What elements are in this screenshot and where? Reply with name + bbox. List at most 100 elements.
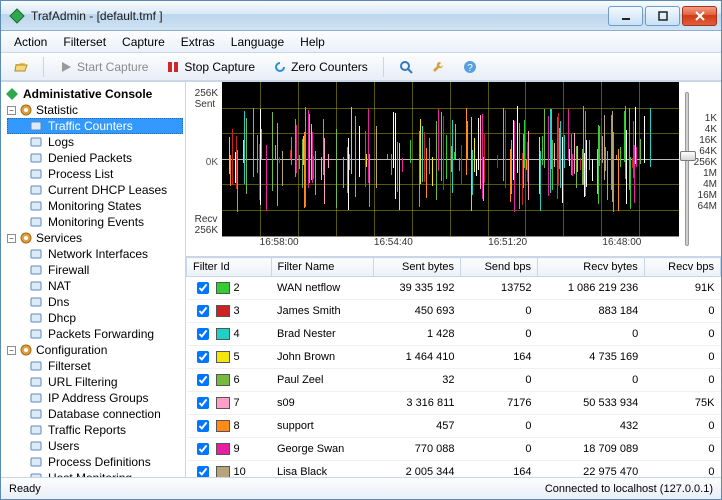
chart-y-right: 1K4K16K64K256K1M4M16M64M <box>695 109 721 230</box>
menu-filterset[interactable]: Filterset <box>56 33 113 51</box>
tree-item-dns[interactable]: Dns <box>7 294 183 310</box>
color-swatch <box>216 351 230 363</box>
tree-item-dhcp[interactable]: Dhcp <box>7 310 183 326</box>
collapse-icon[interactable]: − <box>7 234 16 243</box>
tree-item-firewall[interactable]: Firewall <box>7 262 183 278</box>
table-row[interactable]: 4 Brad Nester 1 428 0 0 0 <box>187 323 721 346</box>
table-row[interactable]: 3 James Smith 450 693 0 883 184 0 <box>187 300 721 323</box>
tree-item-denied-packets[interactable]: Denied Packets <box>7 150 183 166</box>
menu-extras[interactable]: Extras <box>174 33 222 51</box>
item-icon <box>29 439 43 453</box>
maximize-button[interactable] <box>645 6 680 26</box>
item-icon <box>29 247 43 261</box>
tree-item-filterset[interactable]: Filterset <box>7 358 183 374</box>
gear-icon <box>19 343 33 357</box>
tree-item-traffic-reports[interactable]: Traffic Reports <box>7 422 183 438</box>
tree-item-monitoring-events[interactable]: Monitoring Events <box>7 214 183 230</box>
table-row[interactable]: 7 s09 3 316 811 7176 50 533 934 75K <box>187 392 721 415</box>
wrench-icon <box>431 60 445 74</box>
tree-item-current-dhcp-leases[interactable]: Current DHCP Leases <box>7 182 183 198</box>
slider-thumb[interactable] <box>680 151 696 161</box>
item-icon <box>29 311 43 325</box>
table-row[interactable]: 10 Lisa Black 2 005 344 164 22 975 470 0 <box>187 461 721 478</box>
color-swatch <box>216 443 230 455</box>
search-button[interactable] <box>392 57 420 77</box>
item-icon <box>29 135 43 149</box>
color-swatch <box>216 282 230 294</box>
menu-help[interactable]: Help <box>293 33 332 51</box>
help-button[interactable]: ? <box>456 57 484 77</box>
row-checkbox[interactable] <box>197 305 209 317</box>
tree-root[interactable]: Administative Console <box>3 86 183 102</box>
table-row[interactable]: 8 support 457 0 432 0 <box>187 415 721 438</box>
col-header[interactable]: Filter Id <box>187 258 272 277</box>
menu-capture[interactable]: Capture <box>115 33 172 51</box>
col-header[interactable]: Filter Name <box>271 258 374 277</box>
chart-scale-slider[interactable] <box>679 82 695 256</box>
play-icon <box>59 60 73 74</box>
status-right: Connected to localhost (127.0.0.1) <box>545 483 713 495</box>
toolbar-separator <box>43 57 44 77</box>
open-button[interactable] <box>7 57 35 77</box>
tree-item-monitoring-states[interactable]: Monitoring States <box>7 198 183 214</box>
item-icon <box>29 263 43 277</box>
tree-item-url-filtering[interactable]: URL Filtering <box>7 374 183 390</box>
row-checkbox[interactable] <box>197 282 209 294</box>
tree-group-services[interactable]: − Services <box>7 230 183 246</box>
search-icon <box>399 60 413 74</box>
tree-item-ip-address-groups[interactable]: IP Address Groups <box>7 390 183 406</box>
tree-item-database-connection[interactable]: Database connection <box>7 406 183 422</box>
tree-item-process-list[interactable]: Process List <box>7 166 183 182</box>
collapse-icon[interactable]: − <box>7 346 16 355</box>
table-row[interactable]: 2 WAN netflow 39 335 192 13752 1 086 219… <box>187 277 721 300</box>
table-row[interactable]: 6 Paul Zeel 32 0 0 0 <box>187 369 721 392</box>
table-row[interactable]: 9 George Swan 770 088 0 18 709 089 0 <box>187 438 721 461</box>
settings-button[interactable] <box>424 57 452 77</box>
col-header[interactable]: Recv bps <box>644 258 720 277</box>
menu-action[interactable]: Action <box>7 33 54 51</box>
menu-language[interactable]: Language <box>224 33 291 51</box>
zero-counters-button[interactable]: Zero Counters <box>266 57 375 77</box>
col-header[interactable]: Recv bytes <box>538 258 645 277</box>
traffic-chart: 256KSent 0K Recv256K 16:58:00 16:54:40 1… <box>186 82 721 257</box>
collapse-icon[interactable]: − <box>7 106 16 115</box>
row-checkbox[interactable] <box>197 420 209 432</box>
help-icon: ? <box>463 60 477 74</box>
tree-item-network-interfaces[interactable]: Network Interfaces <box>7 246 183 262</box>
counters-table-wrap[interactable]: Filter IdFilter NameSent bytesSend bpsRe… <box>186 257 721 477</box>
menubar: Action Filterset Capture Extras Language… <box>1 31 721 53</box>
tree-group-statistic[interactable]: − Statistic <box>7 102 183 118</box>
row-checkbox[interactable] <box>197 443 209 455</box>
row-checkbox[interactable] <box>197 397 209 409</box>
gear-icon <box>19 103 33 117</box>
tree-item-traffic-counters[interactable]: Traffic Counters <box>7 118 183 134</box>
start-capture-button[interactable]: Start Capture <box>52 57 155 77</box>
minimize-button[interactable] <box>608 6 643 26</box>
tree-item-packets-forwarding[interactable]: Packets Forwarding <box>7 326 183 342</box>
stop-capture-button[interactable]: Stop Capture <box>159 57 262 77</box>
tree-item-process-definitions[interactable]: Process Definitions <box>7 454 183 470</box>
table-row[interactable]: 5 John Brown 1 464 410 164 4 735 169 0 <box>187 346 721 369</box>
color-swatch <box>216 397 230 409</box>
start-capture-label: Start Capture <box>77 60 148 74</box>
row-checkbox[interactable] <box>197 374 209 386</box>
row-checkbox[interactable] <box>197 328 209 340</box>
stop-capture-label: Stop Capture <box>184 60 255 74</box>
tree-group-configuration[interactable]: − Configuration <box>7 342 183 358</box>
item-icon <box>29 327 43 341</box>
tree-item-logs[interactable]: Logs <box>7 134 183 150</box>
col-header[interactable]: Sent bytes <box>374 258 461 277</box>
item-icon <box>29 407 43 421</box>
row-checkbox[interactable] <box>197 351 209 363</box>
toolbar-separator <box>383 57 384 77</box>
item-icon <box>29 455 43 469</box>
close-button[interactable] <box>682 6 717 26</box>
tree-item-users[interactable]: Users <box>7 438 183 454</box>
tree-item-host-monitoring[interactable]: Host Monitoring <box>7 470 183 477</box>
item-icon <box>29 215 43 229</box>
tree-item-nat[interactable]: NAT <box>7 278 183 294</box>
col-header[interactable]: Send bps <box>461 258 538 277</box>
chart-canvas[interactable] <box>222 82 679 236</box>
row-checkbox[interactable] <box>197 466 209 477</box>
nav-tree[interactable]: Administative Console − StatisticTraffic… <box>1 82 186 477</box>
